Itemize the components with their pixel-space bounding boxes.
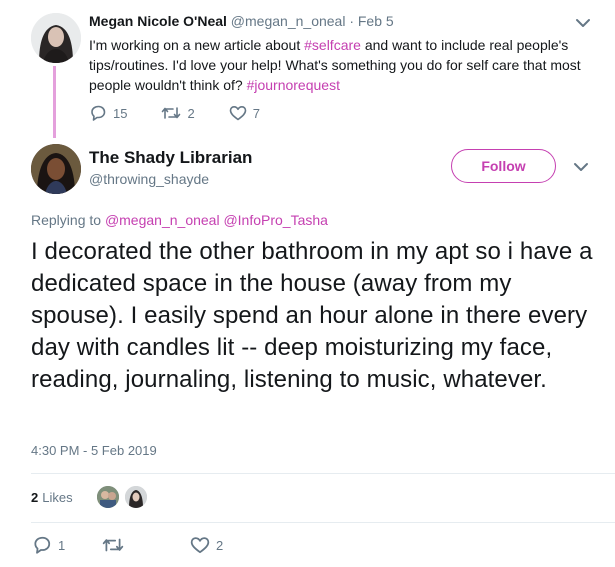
avatar-megan[interactable] xyxy=(31,13,81,63)
retweet-icon xyxy=(162,107,181,119)
reply-icon xyxy=(91,105,106,121)
parent-author-meta[interactable]: @megan_n_oneal · Feb 5 xyxy=(227,13,394,29)
avatar-shady-librarian[interactable] xyxy=(31,144,81,194)
like-count: 2 xyxy=(216,537,224,553)
like-button[interactable]: 7 xyxy=(229,105,260,121)
likes-count: 2 xyxy=(31,489,39,505)
retweet-button[interactable] xyxy=(102,536,190,554)
heart-icon xyxy=(190,537,210,554)
author-name[interactable]: The Shady Librarian xyxy=(89,148,252,168)
reply-icon xyxy=(34,536,51,554)
like-count: 7 xyxy=(252,105,260,121)
retweet-icon xyxy=(102,538,124,552)
divider xyxy=(31,473,615,474)
liker-avatar[interactable] xyxy=(123,484,149,510)
hashtag-selfcare[interactable]: #selfcare xyxy=(304,37,361,53)
parent-author-name[interactable]: Megan Nicole O'Neal xyxy=(89,13,227,29)
parent-text-segment: I'm working on a new article about xyxy=(89,37,305,53)
likes-label: Likes xyxy=(42,489,73,505)
replying-prefix: Replying to xyxy=(31,212,105,228)
heart-icon xyxy=(229,106,247,121)
chevron-down-icon[interactable] xyxy=(573,162,589,172)
hashtag-journorequest[interactable]: #journorequest xyxy=(247,77,340,93)
divider xyxy=(31,522,615,523)
thread-connector xyxy=(53,66,56,138)
retweet-button[interactable]: 2 xyxy=(161,105,195,121)
chevron-down-icon[interactable] xyxy=(575,18,591,28)
tweet-text: I decorated the other bathroom in my apt… xyxy=(31,238,593,393)
tweet-timestamp[interactable]: 4:30 PM - 5 Feb 2019 xyxy=(31,443,157,458)
reply-count: 1 xyxy=(58,537,66,553)
likes-summary[interactable]: 2 Likes xyxy=(31,484,73,510)
parent-tweet[interactable]: Megan Nicole O'Neal @megan_n_oneal · Feb… xyxy=(0,0,615,138)
replying-mentions[interactable]: @megan_n_oneal @InfoPro_Tasha xyxy=(105,212,328,228)
parent-tweet-header: Megan Nicole O'Neal @megan_n_oneal · Feb… xyxy=(89,13,394,29)
tweet-actions: 1 2 xyxy=(32,535,223,555)
like-button[interactable]: 2 xyxy=(190,536,223,554)
replying-to: Replying to @megan_n_oneal @InfoPro_Tash… xyxy=(31,212,328,228)
reply-count: 15 xyxy=(113,105,128,121)
follow-button[interactable]: Follow xyxy=(451,149,556,183)
parent-tweet-text: I'm working on a new article about #self… xyxy=(89,35,589,95)
parent-tweet-actions: 15 2 7 xyxy=(89,104,282,122)
reply-button[interactable]: 15 xyxy=(89,104,127,122)
author-handle[interactable]: @throwing_shayde xyxy=(89,171,209,187)
retweet-count: 2 xyxy=(187,105,195,121)
reply-button[interactable]: 1 xyxy=(32,535,102,555)
liker-avatar[interactable] xyxy=(95,484,121,510)
